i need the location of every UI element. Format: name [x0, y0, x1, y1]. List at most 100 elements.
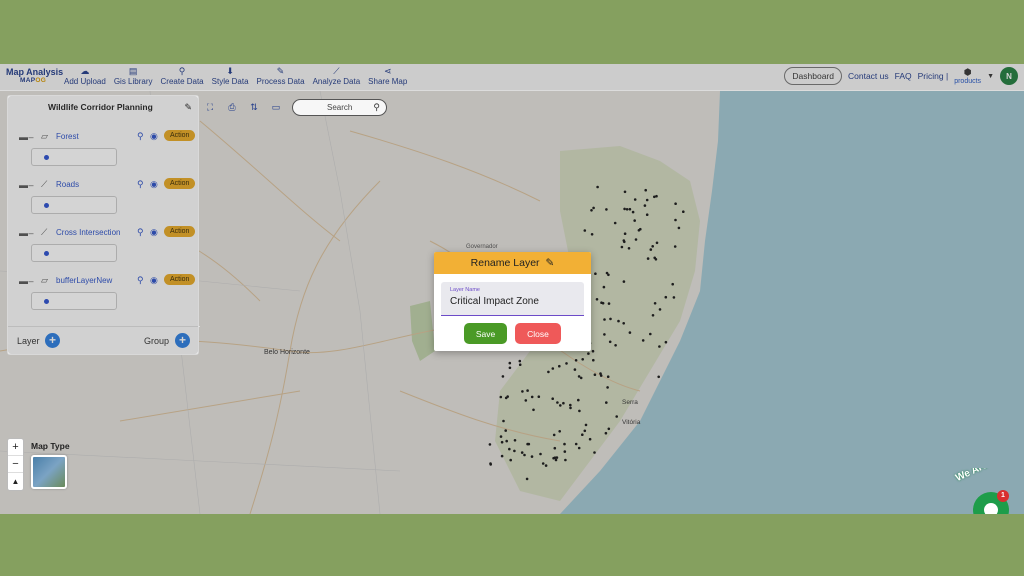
layer-style-box[interactable]: [31, 244, 117, 262]
layer-style-box[interactable]: [31, 196, 117, 214]
project-title: Wildlife Corridor Planning: [48, 102, 153, 112]
style-icon: ⬇: [226, 66, 234, 76]
layer-panel: Wildlife Corridor Planning ✎ ▬ – ⏥ Fores…: [7, 95, 200, 356]
field-label: Layer Name: [450, 287, 480, 293]
group-label: Group: [144, 336, 170, 346]
process-icon: ✎: [276, 66, 285, 76]
cloud-upload-icon: ☁: [80, 66, 90, 76]
dialog-header: Rename Layer ✎: [434, 252, 591, 274]
polygon-icon: ⏥: [41, 275, 48, 285]
layer-item: ▬ – ⏥ bufferLayerNew ⚲ ◉ Action: [8, 272, 200, 320]
library-icon: ▤: [128, 66, 138, 76]
style-dot-icon: [44, 155, 49, 160]
nav-analyze-data[interactable]: ⟋ Analyze Data: [313, 66, 361, 86]
map-type-thumbnail[interactable]: [31, 455, 67, 489]
chat-widget[interactable]: We Are Here! 1: [948, 468, 1024, 514]
action-button[interactable]: Action: [164, 178, 196, 189]
notification-badge: 1: [997, 490, 1009, 502]
layer-style-box[interactable]: [31, 148, 117, 166]
save-button[interactable]: Save: [464, 323, 507, 344]
layer-style-box[interactable]: [31, 292, 117, 310]
faq-link[interactable]: FAQ: [895, 71, 912, 81]
zoom-in-button[interactable]: +: [8, 439, 23, 456]
layer-item: ▬ – ⟋ Roads ⚲ ◉ Action: [8, 176, 200, 224]
layer-name[interactable]: Forest: [56, 132, 79, 141]
add-group-button[interactable]: +: [175, 333, 190, 348]
panel-footer: Layer + Group +: [8, 326, 200, 356]
logo-title: Map Analysis: [6, 67, 64, 77]
visibility-eye-icon[interactable]: ◉: [150, 179, 158, 190]
zoom-out-button[interactable]: −: [8, 456, 23, 473]
dialog-buttons: Save Close: [434, 323, 591, 344]
nav-style-data[interactable]: ⬇ Style Data: [212, 66, 249, 86]
zoom-to-layer-icon[interactable]: ⚲: [137, 275, 144, 286]
layer-name[interactable]: bufferLayerNew: [56, 276, 112, 285]
print-icon[interactable]: ⎙: [226, 102, 238, 113]
top-navigation-bar: Map Analysis MAPOG ☁ Add Upload ▤ Gis Libr…: [0, 64, 1024, 91]
search-input[interactable]: Search ⚲: [292, 99, 387, 116]
layer-item: ▬ – ⟋ Cross Intersection ⚲ ◉ Action: [8, 224, 200, 272]
search-placeholder: Search: [327, 103, 353, 112]
nav-add-upload[interactable]: ☁ Add Upload: [64, 66, 106, 86]
chevron-down-icon[interactable]: ▼: [987, 73, 994, 80]
layer-name[interactable]: Roads: [56, 180, 79, 189]
main-nav: ☁ Add Upload ▤ Gis Library ⚲ Create Data ⬇ S…: [64, 66, 407, 86]
share-icon: ⋖: [383, 66, 392, 76]
action-button[interactable]: Action: [164, 130, 196, 141]
nav-process-data[interactable]: ✎ Process Data: [257, 66, 305, 86]
chat-text: We Are Here!: [954, 468, 1015, 484]
drag-handle-icon[interactable]: ▬ –: [19, 276, 33, 286]
analyze-icon: ⟋: [333, 66, 340, 76]
products-menu[interactable]: ⬢ products: [954, 67, 981, 85]
layer-name[interactable]: Cross Intersection: [56, 228, 120, 237]
comment-icon[interactable]: ▭: [270, 102, 282, 113]
polygon-icon: ⏥: [41, 131, 48, 141]
cube-icon: ⬢: [963, 67, 972, 77]
visibility-eye-icon[interactable]: ◉: [150, 131, 158, 142]
close-button[interactable]: Close: [515, 323, 561, 344]
logo-subtitle: MAPOG: [20, 77, 47, 84]
contact-link[interactable]: Contact us: [848, 71, 889, 81]
drag-handle-icon[interactable]: ▬ –: [19, 228, 33, 238]
map-type-label: Map Type: [31, 441, 70, 451]
rename-layer-dialog: Rename Layer ✎ Layer Name Critical Impac…: [434, 252, 591, 351]
fullscreen-icon[interactable]: ⛶: [204, 102, 216, 113]
measure-icon[interactable]: ⇅: [248, 102, 260, 113]
dialog-title: Rename Layer: [470, 257, 540, 269]
nav-share-map[interactable]: ⋖ Share Map: [368, 66, 407, 86]
edit-project-icon[interactable]: ✎: [184, 102, 192, 113]
drag-handle-icon[interactable]: ▬ –: [19, 132, 33, 142]
map-pin-icon: ⚲: [178, 66, 186, 76]
layer-item: ▬ – ⏥ Forest ⚲ ◉ Action: [8, 128, 200, 176]
layer-name-field[interactable]: Layer Name Critical Impact Zone: [441, 282, 584, 316]
style-dot-icon: [44, 203, 49, 208]
map-toolbar: ⛶ ⎙ ⇅ ▭ Search ⚲: [204, 99, 387, 116]
compass-icon[interactable]: ▲: [8, 473, 23, 490]
layer-label: Layer: [17, 336, 40, 346]
dashboard-button[interactable]: Dashboard: [784, 67, 842, 85]
header-right: Dashboard Contact us FAQ Pricing | ⬢ prod…: [784, 67, 1018, 85]
add-layer-button[interactable]: +: [45, 333, 60, 348]
zoom-to-layer-icon[interactable]: ⚲: [137, 179, 144, 190]
zoom-to-layer-icon[interactable]: ⚲: [137, 227, 144, 238]
visibility-eye-icon[interactable]: ◉: [150, 275, 158, 286]
pricing-link[interactable]: Pricing |: [918, 71, 949, 81]
map-type-selector: Map Type: [31, 441, 70, 489]
search-icon[interactable]: ⚲: [373, 102, 380, 113]
line-icon: ⟋: [41, 227, 48, 237]
app-logo[interactable]: Map Analysis MAPOG: [6, 67, 63, 84]
style-dot-icon: [44, 251, 49, 256]
action-button[interactable]: Action: [164, 274, 196, 285]
avatar[interactable]: N: [1000, 67, 1018, 85]
nav-gis-library[interactable]: ▤ Gis Library: [114, 66, 153, 86]
pencil-icon: ✎: [545, 257, 555, 269]
field-value[interactable]: Critical Impact Zone: [450, 296, 539, 307]
line-icon: ⟋: [41, 179, 48, 189]
nav-create-data[interactable]: ⚲ Create Data: [161, 66, 204, 86]
zoom-to-layer-icon[interactable]: ⚲: [137, 131, 144, 142]
action-button[interactable]: Action: [164, 226, 196, 237]
style-dot-icon: [44, 299, 49, 304]
zoom-controls: + − ▲: [7, 438, 24, 491]
drag-handle-icon[interactable]: ▬ –: [19, 180, 33, 190]
visibility-eye-icon[interactable]: ◉: [150, 227, 158, 238]
